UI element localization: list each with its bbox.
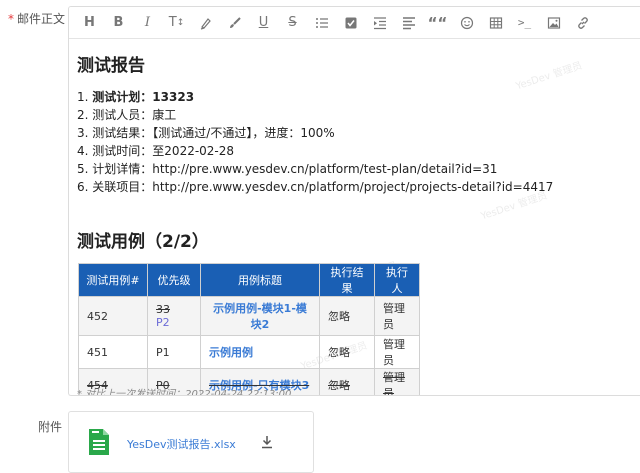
case-result: 忽略 [319, 368, 375, 395]
align-icon[interactable] [394, 11, 423, 35]
column-header: 执行结果 [319, 263, 375, 297]
link-icon[interactable] [568, 11, 597, 35]
priority-value: P2 [156, 316, 170, 329]
bullet-list-icon[interactable] [307, 11, 336, 35]
case-title-link[interactable]: 示例用例 [209, 346, 253, 359]
cases-title: 测试用例（2/2） [77, 232, 209, 252]
editor-toolbar: H B I T ↕ U S ““ >_ [69, 7, 640, 39]
info-line-tester: 2. 测试人员：康工 [77, 108, 177, 122]
table-row: 452 33 P2 示例用例-模块1-模块2 忽略 管理员 [78, 296, 420, 336]
heading-icon[interactable]: H [75, 11, 104, 35]
case-result: 忽略 [319, 296, 375, 336]
report-title: 测试报告 [77, 56, 145, 76]
attachment-card[interactable]: YesDev测试报告.xlsx [68, 411, 314, 473]
report-info-list: 1. 测试计划：13323 2. 测试人员：康工 3. 测试结果：【测试通过/不… [77, 88, 640, 196]
body-field-label: * 邮件正文 [8, 10, 65, 27]
case-executor: 管理员 [374, 368, 420, 395]
table-row: 451 P1 示例用例 忽略 管理员 [78, 335, 420, 369]
comparison-note: * 对比上一次发送时间：2022-04-24 22:13:00 [77, 389, 292, 396]
column-header: 优先级 [147, 263, 201, 297]
editor-content: 测试报告 1. 测试计划：13323 2. 测试人员：康工 3. 测试结果：【测… [77, 51, 640, 395]
quote-icon[interactable]: ““ [423, 11, 452, 35]
case-priority: 33 P2 [147, 296, 201, 336]
attachment-file-name[interactable]: YesDev测试报告.xlsx [127, 436, 236, 452]
italic-icon[interactable]: I [133, 11, 162, 35]
text-size-icon[interactable]: T ↕ [162, 11, 191, 35]
case-title-link[interactable]: 示例用例-模块1-模块2 [213, 302, 307, 331]
strikethrough-icon[interactable]: S [278, 11, 307, 35]
rich-text-editor[interactable]: H B I T ↕ U S ““ >_ YesDev 管理员 YesDev 管理… [68, 6, 640, 396]
case-id: 452 [78, 296, 148, 336]
indent-icon[interactable] [365, 11, 394, 35]
excel-file-icon [87, 428, 111, 460]
case-result: 忽略 [319, 335, 375, 369]
body-label-text: 邮件正文 [17, 12, 66, 26]
download-icon[interactable] [261, 434, 273, 453]
emoji-icon[interactable] [452, 11, 481, 35]
case-executor: 管理员 [374, 296, 420, 336]
checkbox-icon[interactable] [336, 11, 365, 35]
table-header-row: 测试用例# 优先级 用例标题 执行结果 执行人 [78, 263, 420, 297]
attachment-label: 附件 [38, 420, 63, 434]
brush-icon[interactable] [220, 11, 249, 35]
info-line-plan-detail: 5. 计划详情：http://pre.www.yesdev.cn/platfor… [77, 162, 498, 176]
test-cases-table: 测试用例# 优先级 用例标题 执行结果 执行人 452 33 P2 示例用例-模块… [78, 263, 420, 395]
table-icon[interactable] [481, 11, 510, 35]
required-mark: * [8, 12, 14, 26]
image-icon[interactable] [539, 11, 568, 35]
code-icon[interactable]: >_ [510, 11, 539, 35]
underline-icon[interactable]: U [249, 11, 278, 35]
column-header: 测试用例# [78, 263, 148, 297]
case-id: 451 [78, 335, 148, 369]
bold-icon[interactable]: B [104, 11, 133, 35]
priority-old: 33 [156, 303, 170, 316]
highlighter-icon[interactable] [191, 11, 220, 35]
column-header: 执行人 [374, 263, 420, 297]
info-line-time: 4. 测试时间：至2022-02-28 [77, 144, 235, 158]
info-line-plan: 1. 测试计划：13323 [77, 90, 195, 104]
case-executor: 管理员 [374, 335, 420, 369]
column-header: 用例标题 [200, 263, 320, 297]
info-line-result: 3. 测试结果：【测试通过/不通过】，进度：100% [77, 126, 335, 140]
info-line-project: 6. 关联项目：http://pre.www.yesdev.cn/platfor… [77, 180, 554, 194]
case-priority: P1 [147, 335, 201, 369]
